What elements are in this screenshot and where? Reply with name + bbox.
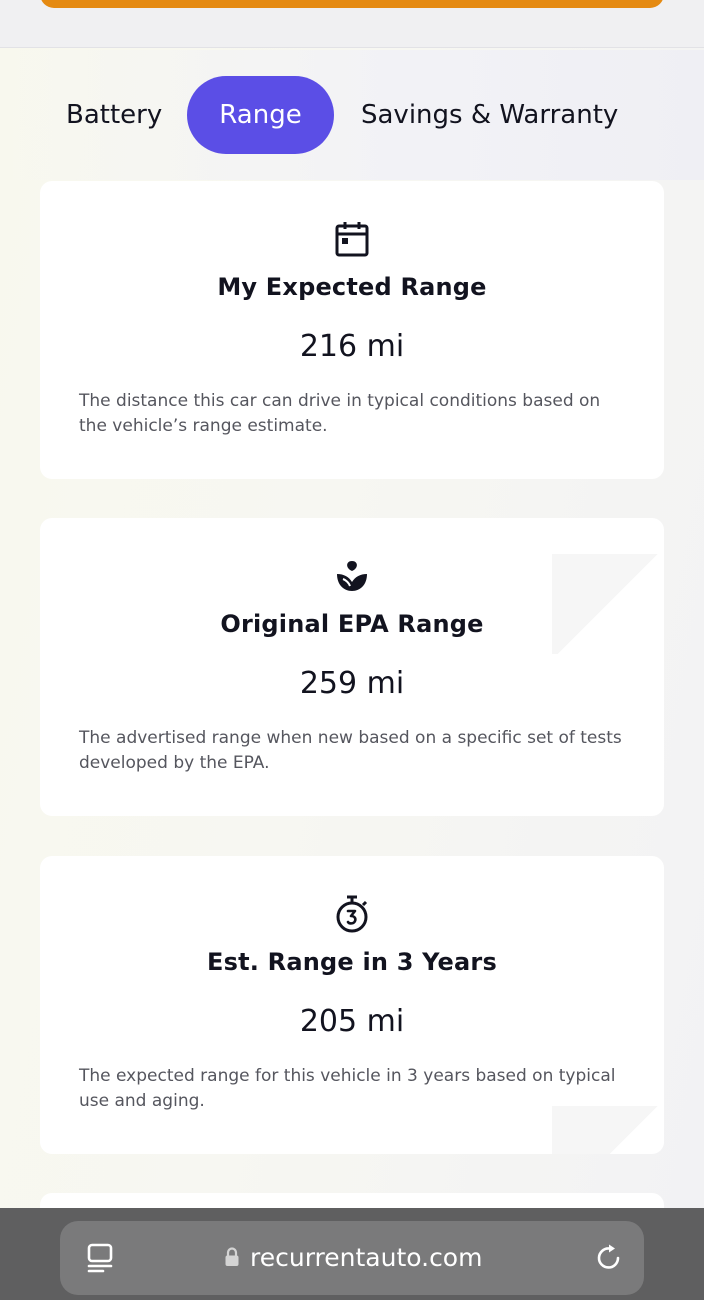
top-strip bbox=[0, 0, 704, 48]
url-text[interactable]: recurrentauto.com bbox=[250, 1239, 482, 1277]
card-title: Est. Range in 3 Years bbox=[207, 948, 497, 976]
range-card-3-years: Est. Range in 3 Years 205 mi The expecte… bbox=[40, 856, 664, 1154]
decorative-shape bbox=[552, 554, 664, 654]
address-bar[interactable]: recurrentauto.com bbox=[60, 1221, 644, 1295]
lock-icon bbox=[224, 1247, 240, 1267]
card-title: Original EPA Range bbox=[220, 610, 484, 638]
calendar-icon bbox=[334, 219, 370, 259]
range-card-epa: Original EPA Range 259 mi The advertised… bbox=[40, 518, 664, 816]
card-value: 216 mi bbox=[299, 329, 405, 364]
orange-action-button[interactable] bbox=[40, 0, 664, 8]
card-description: The advertised range when new based on a… bbox=[79, 728, 622, 773]
timer-3-icon bbox=[334, 894, 370, 934]
tab-bar: Battery Range Savings & Warranty bbox=[0, 50, 704, 180]
tab-range[interactable]: Range bbox=[187, 76, 334, 154]
card-description: The expected range for this vehicle in 3… bbox=[79, 1066, 616, 1111]
card-value: 259 mi bbox=[299, 666, 405, 701]
leaf-plant-icon bbox=[334, 556, 370, 596]
browser-toolbar: recurrentauto.com bbox=[0, 1208, 704, 1300]
card-title: My Expected Range bbox=[217, 273, 487, 301]
tab-savings-warranty[interactable]: Savings & Warranty bbox=[361, 76, 618, 154]
reload-icon[interactable] bbox=[594, 1243, 624, 1273]
tab-battery[interactable]: Battery bbox=[66, 76, 162, 154]
card-description: The distance this car can drive in typic… bbox=[79, 391, 601, 436]
card-value: 205 mi bbox=[299, 1004, 405, 1039]
reader-icon[interactable] bbox=[86, 1243, 114, 1273]
range-card-expected: My Expected Range 216 mi The distance th… bbox=[40, 181, 664, 479]
